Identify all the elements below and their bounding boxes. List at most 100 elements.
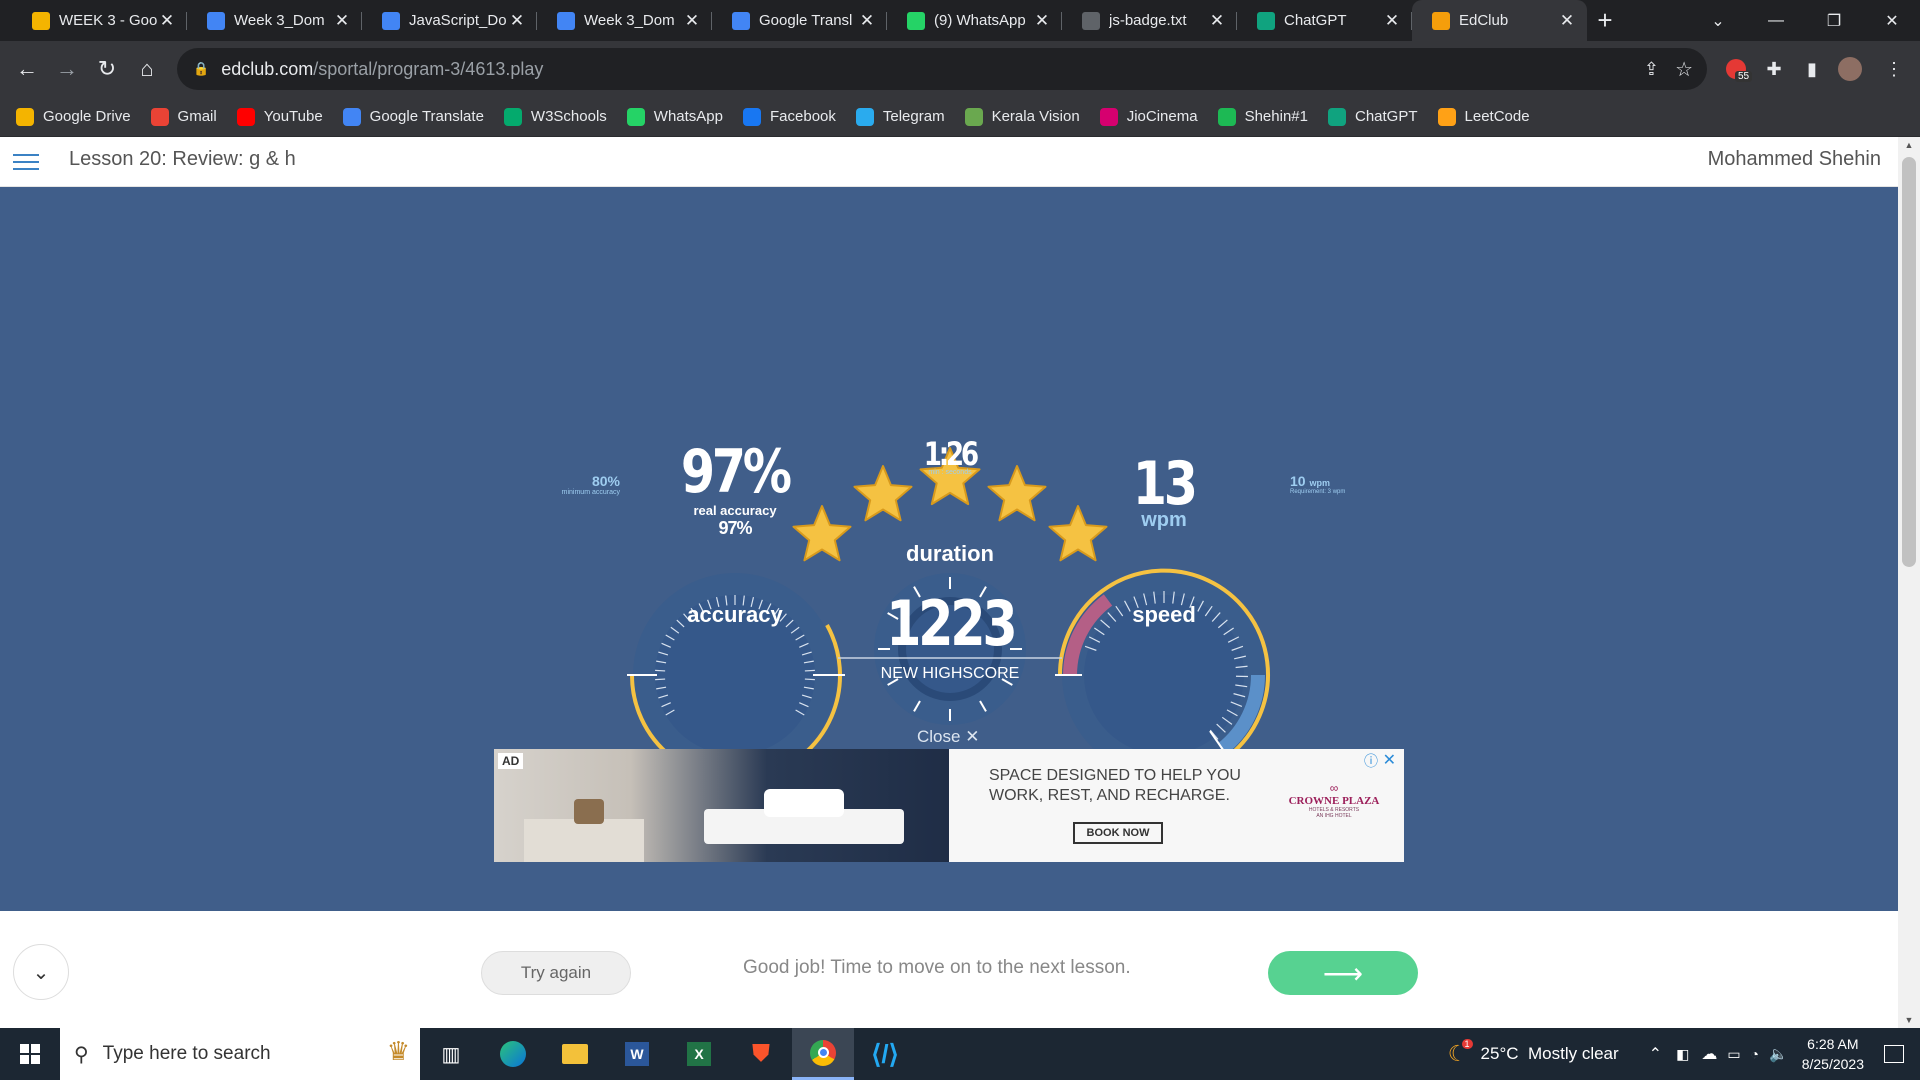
browser-tab[interactable]: ChatGPT ✕ bbox=[1237, 0, 1412, 41]
browser-tab[interactable]: Week 3_Dom ✕ bbox=[187, 0, 362, 41]
browser-tab[interactable]: WEEK 3 - Goo ✕ bbox=[12, 0, 187, 41]
restore-button[interactable]: ❐ bbox=[1806, 0, 1862, 41]
ad-book-now-button[interactable]: BOOK NOW bbox=[1073, 822, 1163, 844]
bookmark-item[interactable]: Shehin#1 bbox=[1217, 107, 1308, 126]
speaker-icon[interactable]: 🔈 bbox=[1769, 1045, 1788, 1063]
next-lesson-button[interactable]: ⟶ bbox=[1268, 951, 1418, 995]
forward-button[interactable]: → bbox=[47, 49, 87, 89]
bookmark-item[interactable]: LeetCode bbox=[1437, 107, 1530, 126]
browser-tab[interactable]: (9) WhatsApp ✕ bbox=[887, 0, 1062, 41]
bookmark-item[interactable]: YouTube bbox=[236, 107, 323, 126]
ad-close-button[interactable]: Close ✕ bbox=[917, 727, 979, 747]
bookmark-item[interactable]: ChatGPT bbox=[1327, 107, 1418, 126]
tab-title: EdClub bbox=[1459, 12, 1509, 29]
tab-close-icon[interactable]: ✕ bbox=[1032, 11, 1052, 31]
new-tab-button[interactable]: + bbox=[1587, 0, 1623, 41]
hamburger-menu-icon[interactable] bbox=[13, 149, 39, 175]
speed-requirement: 10 wpm Requirement: 3 wpm bbox=[1290, 473, 1400, 495]
puzzle-extensions-icon[interactable]: ✚ bbox=[1756, 51, 1792, 87]
notification-icon[interactable] bbox=[1884, 1045, 1904, 1063]
try-again-button[interactable]: Try again bbox=[481, 951, 631, 995]
expand-chevron-button[interactable]: ⌄ bbox=[13, 944, 69, 1000]
battery-icon[interactable]: ▭ bbox=[1727, 1046, 1740, 1063]
home-button[interactable]: ⌂ bbox=[127, 49, 167, 89]
bookmark-favicon-icon bbox=[626, 107, 645, 126]
bookmark-star-icon[interactable]: ☆ bbox=[1675, 57, 1693, 82]
bookmark-item[interactable]: Telegram bbox=[855, 107, 945, 126]
tab-close-icon[interactable]: ✕ bbox=[332, 11, 352, 31]
tab-close-icon[interactable]: ✕ bbox=[682, 11, 702, 31]
bookmark-item[interactable]: JioCinema bbox=[1099, 107, 1198, 126]
bookmark-item[interactable]: W3Schools bbox=[503, 107, 607, 126]
ad-dismiss-icon[interactable]: ✕ bbox=[1383, 750, 1396, 770]
ad-brand-sub2: AN IHG HOTEL bbox=[1316, 813, 1352, 819]
taskbar-search-box[interactable]: ⚲ Type here to search ♛ bbox=[60, 1028, 420, 1080]
reload-button[interactable]: ↻ bbox=[87, 49, 127, 89]
speed-caption: speed bbox=[1132, 602, 1196, 627]
back-button[interactable]: ← bbox=[7, 49, 47, 89]
brave-browser-icon[interactable]: ⛊ bbox=[730, 1028, 792, 1080]
clock-time: 6:28 AM bbox=[1807, 1036, 1859, 1052]
tab-strip: WEEK 3 - Goo ✕ Week 3_Dom ✕ JavaScript_Do ✕ We… bbox=[0, 0, 1920, 41]
chrome-icon[interactable] bbox=[792, 1028, 854, 1080]
address-bar[interactable]: 🔒 edclub.com/sportal/program-3/4613.play… bbox=[177, 48, 1707, 90]
google-docs-icon bbox=[207, 11, 225, 30]
share-icon[interactable]: ⇪ bbox=[1644, 59, 1659, 80]
clock[interactable]: 6:28 AM 8/25/2023 bbox=[1802, 1034, 1864, 1074]
browser-tab[interactable]: Google Transl ✕ bbox=[712, 0, 887, 41]
wifi-icon[interactable]: ◔ bbox=[1751, 1046, 1759, 1062]
bookmark-item[interactable]: Gmail bbox=[150, 107, 217, 126]
speed-requirement-label: Requirement: 3 wpm bbox=[1290, 489, 1346, 495]
bookmark-favicon-icon bbox=[743, 107, 761, 126]
tab-close-icon[interactable]: ✕ bbox=[507, 11, 527, 31]
tab-close-icon[interactable]: ✕ bbox=[1557, 11, 1577, 31]
accuracy-readout: 97% real accuracy 97% bbox=[650, 437, 820, 539]
edclub-icon bbox=[1432, 11, 1450, 30]
browser-tab[interactable]: Week 3_Dom ✕ bbox=[537, 0, 712, 41]
close-window-button[interactable]: ✕ bbox=[1864, 0, 1920, 41]
tab-close-icon[interactable]: ✕ bbox=[157, 11, 177, 31]
tab-close-icon[interactable]: ✕ bbox=[1207, 11, 1227, 31]
windows-start-button[interactable] bbox=[0, 1028, 60, 1080]
scrollbar-thumb[interactable] bbox=[1902, 157, 1916, 567]
excel-icon[interactable]: X bbox=[668, 1028, 730, 1080]
browser-tab[interactable]: JavaScript_Do ✕ bbox=[362, 0, 537, 41]
word-icon[interactable]: W bbox=[606, 1028, 668, 1080]
bookmark-item[interactable]: Google Translate bbox=[342, 107, 484, 126]
new-highscore-label: NEW HIGHSCORE bbox=[880, 665, 1020, 682]
file-explorer-icon[interactable] bbox=[544, 1028, 606, 1080]
lesson-footer: ⌄ Try again Good job! Time to move on to… bbox=[0, 911, 1898, 1028]
tab-close-icon[interactable]: ✕ bbox=[857, 11, 877, 31]
vscode-icon[interactable]: ⟨/⟩ bbox=[854, 1028, 916, 1080]
bookmark-item[interactable]: WhatsApp bbox=[626, 107, 723, 126]
profile-avatar[interactable] bbox=[1832, 51, 1868, 87]
advertisement-banner[interactable]: AD SPACE DESIGNED TO HELP YOU WORK, REST… bbox=[494, 749, 1404, 862]
bookmark-item[interactable]: Facebook bbox=[743, 107, 836, 126]
meet-now-icon[interactable]: ◧ bbox=[1676, 1046, 1689, 1063]
bookmark-favicon-icon bbox=[16, 107, 34, 126]
browser-tab[interactable]: EdClub ✕ bbox=[1412, 0, 1587, 41]
weather-text[interactable]: 25°C Mostly clear bbox=[1481, 1044, 1619, 1064]
page-scrollbar[interactable]: ▲ ▼ bbox=[1898, 137, 1920, 1028]
close-icon: ✕ bbox=[965, 727, 980, 746]
edge-browser-icon[interactable] bbox=[482, 1028, 544, 1080]
menu-kebab-icon[interactable]: ⋮ bbox=[1876, 51, 1912, 87]
browser-tab[interactable]: js-badge.txt ✕ bbox=[1062, 0, 1237, 41]
task-view-icon[interactable]: ▥ bbox=[420, 1028, 482, 1080]
google-translate-icon bbox=[732, 11, 750, 30]
onedrive-cloud-icon[interactable]: ☁ bbox=[1701, 1044, 1717, 1064]
ad-info-icon[interactable]: ⓘ bbox=[1364, 751, 1378, 771]
scroll-down-icon[interactable]: ▼ bbox=[1902, 1015, 1916, 1025]
bookmark-label: JioCinema bbox=[1126, 108, 1198, 125]
tab-close-icon[interactable]: ✕ bbox=[1382, 11, 1402, 31]
bookmark-item[interactable]: Google Drive bbox=[16, 107, 131, 126]
tab-search-chevron-icon[interactable]: ⌄ bbox=[1690, 0, 1746, 41]
side-panel-icon[interactable]: ▮ bbox=[1794, 51, 1830, 87]
minimize-button[interactable]: — bbox=[1748, 0, 1804, 41]
extension-icon[interactable]: 55 bbox=[1718, 51, 1754, 87]
bookmark-item[interactable]: Kerala Vision bbox=[964, 107, 1080, 126]
browser-toolbar: ← → ↻ ⌂ 🔒 edclub.com/sportal/program-3/4… bbox=[0, 41, 1920, 97]
chevron-up-icon[interactable]: ⌃ bbox=[1649, 1044, 1662, 1064]
scroll-up-icon[interactable]: ▲ bbox=[1902, 140, 1916, 150]
user-name[interactable]: Mohammed Shehin bbox=[1708, 148, 1881, 171]
